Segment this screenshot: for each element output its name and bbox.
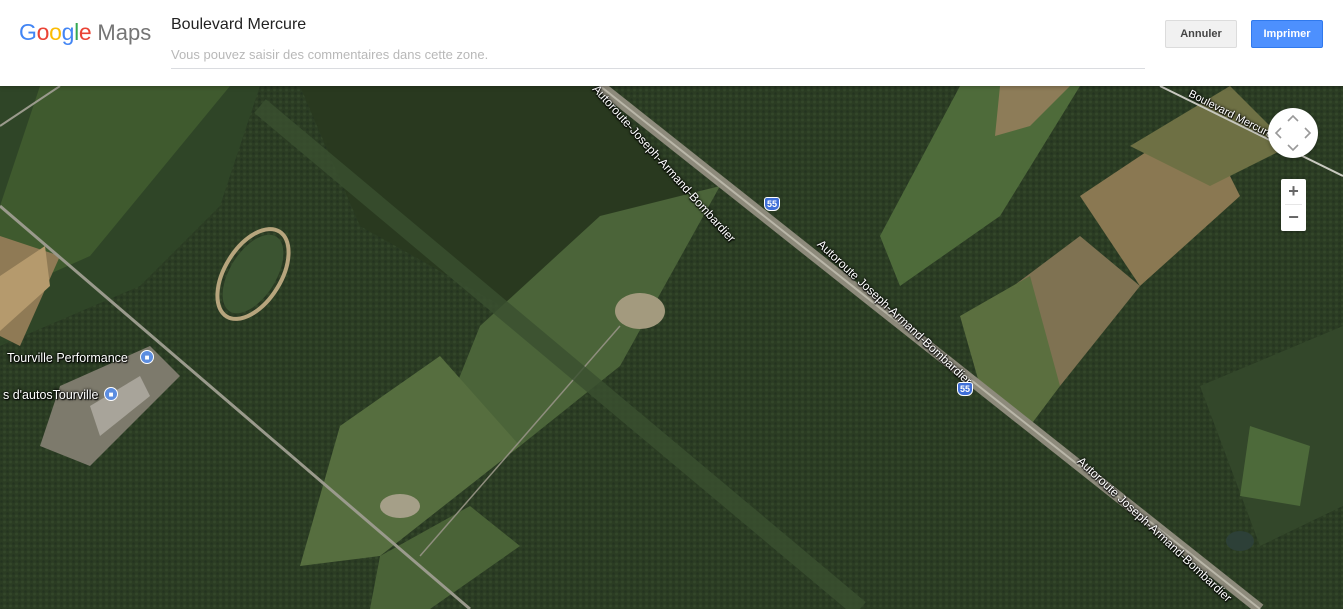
- pan-right-icon[interactable]: [1302, 127, 1314, 139]
- highway-shield: 55: [957, 382, 973, 396]
- pan-down-icon[interactable]: [1287, 142, 1299, 154]
- highway-shield: 55: [764, 197, 780, 211]
- pan-control[interactable]: [1268, 108, 1318, 158]
- print-header: Google Maps Boulevard Mercure Annuler Im…: [0, 0, 1343, 86]
- logo-product-name: Maps: [97, 20, 152, 45]
- logo-google-word: Google: [19, 19, 92, 45]
- zoom-control: + −: [1281, 179, 1306, 231]
- cancel-button[interactable]: Annuler: [1165, 20, 1237, 48]
- pan-up-icon[interactable]: [1287, 112, 1299, 124]
- satellite-map[interactable]: Boulevard Mercure Autoroute-Joseph-Arman…: [0, 86, 1343, 609]
- google-maps-logo: Google Maps: [19, 19, 151, 51]
- zoom-in-button[interactable]: +: [1281, 179, 1306, 204]
- print-button[interactable]: Imprimer: [1251, 20, 1323, 48]
- pan-left-icon[interactable]: [1272, 127, 1284, 139]
- poi-pin-icon[interactable]: ■: [104, 387, 118, 401]
- comment-input[interactable]: [171, 40, 1145, 69]
- page-title: Boulevard Mercure: [171, 16, 307, 33]
- poi-label-tourville-performance[interactable]: Tourville Performance: [7, 351, 128, 365]
- poi-pin-icon[interactable]: ■: [140, 350, 154, 364]
- zoom-out-button[interactable]: −: [1281, 205, 1306, 230]
- poi-label-autos-tourville[interactable]: s d'autosTourville: [3, 388, 99, 402]
